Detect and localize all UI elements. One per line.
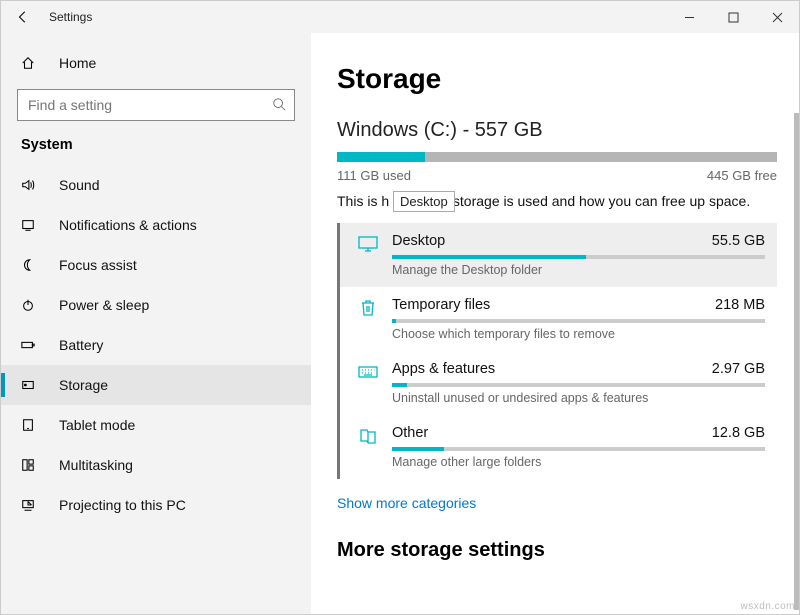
search-input[interactable] <box>26 96 272 114</box>
drive-usage-bar <box>337 152 777 162</box>
category-sub: Choose which temporary files to remove <box>392 327 765 341</box>
monitor-icon <box>354 233 382 253</box>
category-name: Desktop <box>392 233 445 249</box>
category-size: 2.97 GB <box>712 361 765 377</box>
drive-usage-fill <box>337 152 425 162</box>
back-button[interactable] <box>1 1 45 33</box>
storage-icon <box>21 378 45 392</box>
nav-label: Tablet mode <box>59 417 135 433</box>
notifications-icon <box>21 218 45 232</box>
titlebar: Settings <box>1 1 799 33</box>
category-name: Temporary files <box>392 297 490 313</box>
multitasking-icon <box>21 458 45 472</box>
group-system: System <box>1 135 311 165</box>
nav-storage[interactable]: Storage <box>1 365 311 405</box>
category-other[interactable]: Other 12.8 GB Manage other large folders <box>340 415 777 479</box>
projecting-icon <box>21 498 45 512</box>
category-sub: Manage other large folders <box>392 455 765 469</box>
arrow-left-icon <box>16 10 30 24</box>
keyboard-icon <box>354 361 382 381</box>
category-temporary-files[interactable]: Temporary files 218 MB Choose which tempor… <box>340 287 777 351</box>
maximize-icon <box>728 12 739 23</box>
nav-label: Multitasking <box>59 457 133 473</box>
nav-multitasking[interactable]: Multitasking <box>1 445 311 485</box>
category-bar <box>392 255 765 259</box>
close-button[interactable] <box>755 1 799 33</box>
page-title: Storage <box>337 63 773 95</box>
category-bar <box>392 447 765 451</box>
nav-label: Sound <box>59 177 99 193</box>
nav-notifications[interactable]: Notifications & actions <box>1 205 311 245</box>
folder-icon <box>354 425 382 445</box>
nav-label: Notifications & actions <box>59 217 197 233</box>
tablet-icon <box>21 418 45 432</box>
nav-battery[interactable]: Battery <box>1 325 311 365</box>
category-name: Other <box>392 425 428 441</box>
category-bar <box>392 319 765 323</box>
window-title: Settings <box>49 10 92 24</box>
nav-label: Focus assist <box>59 257 137 273</box>
category-size: 12.8 GB <box>712 425 765 441</box>
used-text: 111 GB used <box>337 168 411 183</box>
content-pane: Storage Windows (C:) - 557 GB 111 GB use… <box>311 33 799 614</box>
watermark: wsxdn.com <box>736 599 799 614</box>
search-icon <box>272 97 286 114</box>
category-sub: Manage the Desktop folder <box>392 263 765 277</box>
sound-icon <box>21 178 45 192</box>
minimize-button[interactable] <box>667 1 711 33</box>
sidebar: Home System Sound Notifications & action… <box>1 33 311 614</box>
focus-assist-icon <box>21 258 45 272</box>
scrollbar[interactable] <box>794 113 799 610</box>
category-size: 55.5 GB <box>712 233 765 249</box>
home-label: Home <box>59 55 96 71</box>
nav-sound[interactable]: Sound <box>1 165 311 205</box>
drive-title: Windows (C:) - 557 GB <box>337 119 773 142</box>
home-icon <box>21 56 45 70</box>
nav-label: Power & sleep <box>59 297 149 313</box>
home-nav[interactable]: Home <box>1 43 311 83</box>
settings-window: Settings Home System Sound Notificatio <box>0 0 800 615</box>
nav-label: Storage <box>59 377 108 393</box>
category-size: 218 MB <box>715 297 765 313</box>
nav-label: Battery <box>59 337 103 353</box>
usage-line: 111 GB used 445 GB free <box>337 168 777 183</box>
battery-icon <box>21 338 45 352</box>
category-list: Desktop 55.5 GB Manage the Desktop folder T… <box>337 223 777 479</box>
trash-icon <box>354 297 382 317</box>
category-sub: Uninstall unused or undesired apps & fea… <box>392 391 765 405</box>
nav-focus-assist[interactable]: Focus assist <box>1 245 311 285</box>
maximize-button[interactable] <box>711 1 755 33</box>
category-desktop[interactable]: Desktop 55.5 GB Manage the Desktop folder <box>340 223 777 287</box>
minimize-icon <box>684 12 695 23</box>
nav-tablet-mode[interactable]: Tablet mode <box>1 405 311 445</box>
tooltip: Desktop <box>393 191 455 212</box>
storage-description: This is h Desktop xxxxxxxx storage is us… <box>337 193 777 209</box>
show-more-link[interactable]: Show more categories <box>337 479 773 531</box>
nav-projecting[interactable]: Projecting to this PC <box>1 485 311 525</box>
close-icon <box>772 12 783 23</box>
category-bar <box>392 383 765 387</box>
search-box[interactable] <box>17 89 295 121</box>
nav-label: Projecting to this PC <box>59 497 186 513</box>
more-settings-heading: More storage settings <box>337 539 773 562</box>
power-icon <box>21 298 45 312</box>
free-text: 445 GB free <box>707 168 777 183</box>
category-name: Apps & features <box>392 361 495 377</box>
category-apps-features[interactable]: Apps & features 2.97 GB Uninstall unused o… <box>340 351 777 415</box>
nav-power-sleep[interactable]: Power & sleep <box>1 285 311 325</box>
